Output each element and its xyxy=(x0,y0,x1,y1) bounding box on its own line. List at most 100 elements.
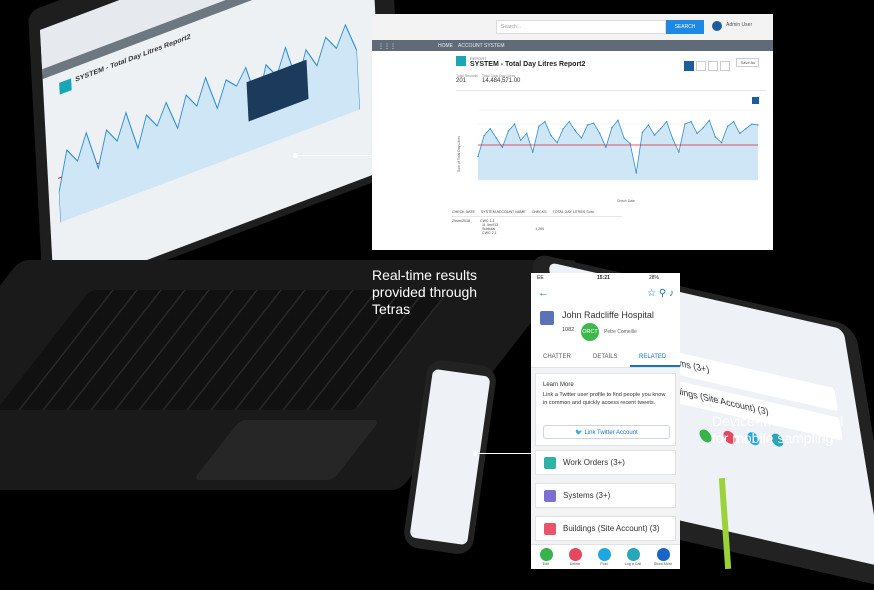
account-name: John Radcliffe Hospital xyxy=(562,310,654,320)
status-bar: EE 15:21 28% xyxy=(531,273,680,283)
action-label: Post xyxy=(600,562,608,566)
nav-item-account[interactable]: ACCOUNT xyxy=(458,43,483,49)
nav-item-home[interactable]: HOME xyxy=(438,43,453,49)
table-header[interactable]: SYSTEM ACCOUNT NAME xyxy=(481,210,526,214)
report-screenshot: Search... SEARCH Admin User ⋮⋮⋮ HOME ACC… xyxy=(372,14,773,250)
edit-button[interactable]: Edit xyxy=(534,548,558,566)
tab-related[interactable]: RELATED xyxy=(639,354,666,360)
stat-value: 201 xyxy=(456,78,467,84)
settings-icon[interactable] xyxy=(720,61,730,71)
tab-details[interactable]: DETAILS xyxy=(593,354,618,360)
post-button[interactable]: Post xyxy=(592,548,616,566)
link-twitter-label: Link Twitter Account xyxy=(584,430,638,436)
nav-item-system[interactable]: SYSTEM xyxy=(484,43,505,49)
related-item-systems[interactable]: Systems (3+) xyxy=(535,483,676,508)
report-search-input[interactable]: Search... xyxy=(496,20,666,34)
show-more-button[interactable]: Show More xyxy=(651,548,675,566)
filter-icon[interactable] xyxy=(696,61,706,71)
bell-icon[interactable]: ♪ xyxy=(669,288,674,299)
table-cell: 1,200 xyxy=(535,227,545,231)
chart-area xyxy=(478,120,758,180)
table-cell: 2/mm/2018 xyxy=(452,219,470,223)
chart-point xyxy=(580,137,583,139)
connector-dot xyxy=(293,153,298,158)
caption-line: for mobile sampling xyxy=(712,430,834,446)
star-icon[interactable]: ☆ xyxy=(647,288,656,299)
chart-point xyxy=(605,146,607,149)
report-table: CHECK DATE SYSTEM ACCOUNT NAME CHECKS TO… xyxy=(452,210,622,235)
caption-line: Real-time results xyxy=(372,267,478,283)
log-call-icon xyxy=(626,548,640,561)
caption-line: Tetras xyxy=(372,301,411,317)
report-search-button[interactable]: SEARCH xyxy=(666,20,704,34)
chart-y-label: Sum of Total Day Litres xyxy=(457,136,461,172)
chart-point xyxy=(623,137,625,139)
record-header: John Radcliffe Hospital 1082 ORCT Petre … xyxy=(531,305,680,347)
owner-name[interactable]: Petre Comeille xyxy=(604,329,637,335)
chart-point xyxy=(684,123,686,125)
related-item-label: Buildings (Site Account) (3) xyxy=(563,524,660,533)
chart-point xyxy=(665,120,668,123)
chart-toggle-icon[interactable] xyxy=(684,61,694,71)
chart-settings-button[interactable] xyxy=(752,97,759,104)
report-title: SYSTEM - Total Day Litres Report2 xyxy=(470,61,586,68)
link-twitter-button[interactable]: 🐦 Link Twitter Account xyxy=(543,425,670,439)
chart-point xyxy=(745,127,747,130)
chart-point xyxy=(568,120,571,123)
tab-chatter[interactable]: CHATTER xyxy=(543,354,571,360)
chart-point xyxy=(544,120,546,123)
report-topbar: Search... SEARCH Admin User xyxy=(372,14,773,40)
report-line-chart: Sum of Total Day Litres Check Date xyxy=(457,109,759,203)
chart-point xyxy=(690,120,692,123)
chart-point xyxy=(519,139,522,142)
caption-realtime: Real-time results provided through Tetra… xyxy=(372,267,477,318)
log-call-button[interactable]: Log a Call xyxy=(621,548,645,566)
avatar[interactable] xyxy=(712,21,722,31)
caption-line: Device-friendly portal xyxy=(712,413,844,429)
table-header[interactable]: CHECK DATE xyxy=(452,210,475,214)
chart-point xyxy=(513,123,516,125)
action-label: Show More xyxy=(653,562,673,566)
chart-point xyxy=(653,134,656,136)
connector-dot xyxy=(473,451,478,456)
chart-point xyxy=(635,172,637,174)
search-icon[interactable]: ⚲ xyxy=(659,288,666,299)
chart-point xyxy=(599,132,601,135)
building-icon xyxy=(544,523,556,535)
more-icon xyxy=(656,548,670,561)
chart-point xyxy=(720,141,723,144)
chart-point xyxy=(732,120,735,123)
chart-point xyxy=(489,127,491,130)
delete-button[interactable]: Delete xyxy=(563,548,587,566)
table-header[interactable]: TOTAL DAY LITRES Sum xyxy=(553,210,594,214)
edit-icon xyxy=(539,548,553,561)
chart-point xyxy=(574,130,577,132)
battery-level: 28% xyxy=(649,275,660,281)
phone-screen: EE 15:21 28% ← ☆ ⚲ ♪ John Radcliffe Hosp… xyxy=(531,273,680,569)
related-item-work-orders[interactable]: Work Orders (3+) xyxy=(535,450,676,475)
related-item-buildings[interactable]: Buildings (Site Account) (3) xyxy=(535,516,676,541)
back-arrow-icon[interactable]: ← xyxy=(538,287,549,299)
chart-x-label: Check Date xyxy=(617,199,635,203)
chart-point xyxy=(592,122,595,124)
app-header: ← ☆ ⚲ ♪ xyxy=(531,283,680,306)
chart-point xyxy=(629,142,631,145)
table-header[interactable]: CHECKS xyxy=(532,210,547,214)
status-badge: ORCT xyxy=(581,323,599,341)
chart-point xyxy=(702,127,704,129)
action-label: Delete xyxy=(569,562,581,566)
clock: 15:21 xyxy=(597,275,610,281)
twitter-icon: 🐦 xyxy=(575,430,583,436)
caption-portal: Device-friendly portal for mobile sampli… xyxy=(712,413,844,447)
user-name[interactable]: Admin User xyxy=(726,22,752,28)
save-as-button[interactable]: Save As xyxy=(736,58,760,67)
chart-point xyxy=(641,131,644,134)
chart-point xyxy=(757,124,759,126)
post-icon xyxy=(597,548,611,561)
account-icon xyxy=(540,311,554,325)
learn-more-text: Link a Twitter user profile to find peop… xyxy=(543,392,666,406)
refresh-icon[interactable] xyxy=(708,61,718,71)
account-number: 1082 xyxy=(562,327,575,333)
apps-grid-icon[interactable]: ⋮⋮⋮ xyxy=(378,43,396,50)
chart-point xyxy=(562,127,564,130)
